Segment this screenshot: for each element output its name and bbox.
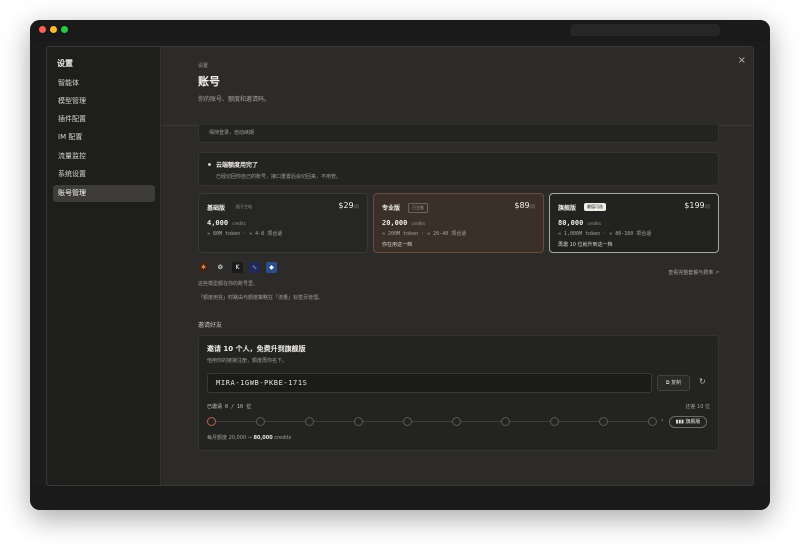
sidebar-item-account[interactable]: 账号管理 bbox=[53, 185, 155, 202]
sidebar-item-agents[interactable]: 智能体 bbox=[53, 75, 155, 92]
minimize-window-button[interactable] bbox=[50, 26, 57, 33]
plan-price: $29/月 bbox=[338, 201, 359, 210]
plan-tag: 低于主站 bbox=[236, 204, 252, 209]
invite-title: 邀请 10 个人，免费升到旗舰版 bbox=[207, 345, 306, 353]
plan-credits: 4,000 credits bbox=[207, 219, 246, 227]
plan-tag: 最值可选 bbox=[584, 203, 606, 211]
arrow-right-icon: › bbox=[661, 417, 664, 424]
plan-name: 旗舰版 bbox=[558, 205, 577, 212]
progress-node bbox=[648, 417, 657, 426]
openai-icon: ❂ bbox=[215, 262, 226, 273]
progress-node bbox=[452, 417, 461, 426]
kimi-icon: K bbox=[232, 262, 243, 273]
plan-detail: ≈ 200M token · ≈ 20-40 项合适 bbox=[382, 231, 467, 237]
copy-label: 复制 bbox=[671, 380, 682, 386]
copy-icon: ⧉ bbox=[665, 380, 670, 386]
keep-login-card: 保持登录，自动续期 bbox=[198, 125, 719, 143]
view-all-pricing-link[interactable]: 查看完整套餐与费率 ↗ bbox=[668, 269, 719, 276]
titlebar bbox=[30, 20, 770, 42]
close-icon[interactable]: × bbox=[738, 55, 746, 66]
invite-section-label: 邀请好友 bbox=[198, 322, 223, 329]
plan-credits: 20,000 credits bbox=[382, 219, 426, 227]
traffic-note: 「额度用完」时路由与额度策略在「流量」标签页管理。 bbox=[198, 295, 324, 301]
settings-sidebar: 设置 智能体 模型管理 插件配置 IM 配置 流量监控 系统设置 账号管理 bbox=[47, 47, 161, 485]
refresh-icon[interactable]: ↻ bbox=[699, 377, 706, 386]
plan-note: 再邀 10 位就升到这一档 bbox=[558, 242, 613, 248]
invite-code: MIRA-1GWB-PKBE-171S bbox=[216, 379, 308, 387]
anthropic-icon: ✱ bbox=[198, 262, 209, 273]
progress-node bbox=[403, 417, 412, 426]
progress-node bbox=[305, 417, 314, 426]
breadcrumb: 设置 bbox=[198, 63, 209, 69]
chart-icon: ▮▮▮ bbox=[675, 419, 684, 425]
maximize-window-button[interactable] bbox=[61, 26, 68, 33]
invite-code-field[interactable]: MIRA-1GWB-PKBE-171S bbox=[207, 373, 652, 393]
gemini-icon: ◆ bbox=[266, 262, 277, 273]
progress-node bbox=[550, 417, 559, 426]
progress-node bbox=[354, 417, 363, 426]
sidebar-item-im[interactable]: IM 配置 bbox=[53, 129, 155, 146]
sidebar-item-models[interactable]: 模型管理 bbox=[53, 93, 155, 110]
flagship-chip: ▮▮▮ 旗舰版 bbox=[669, 416, 707, 428]
monthly-quota: 每月额度 20,000 → 80,000 credits bbox=[207, 435, 292, 441]
plan-credits: 80,000 credits bbox=[558, 219, 602, 227]
settings-dialog: 设置 智能体 模型管理 插件配置 IM 配置 流量监控 系统设置 账号管理 × … bbox=[46, 46, 754, 486]
plan-price: $89/月 bbox=[514, 201, 535, 210]
invite-subtitle: 他用你的链接注册，额度再你名下。 bbox=[207, 358, 288, 364]
sidebar-item-traffic[interactable]: 流量监控 bbox=[53, 148, 155, 165]
sidebar-item-system[interactable]: 系统设置 bbox=[53, 166, 155, 183]
page-subtitle: 你的账号、额度和邀请码。 bbox=[198, 96, 271, 103]
background-footer bbox=[30, 486, 770, 510]
models-note: 这些模型都在你的账号里。 bbox=[198, 281, 259, 287]
alert-description: 已经切回你自己的账号，接口重置后会切回来，不用管。 bbox=[216, 174, 342, 180]
settings-content: × 设置 账号 你的账号、额度和邀请码。 保持登录，自动续期 云端额度用完了 已… bbox=[162, 47, 753, 485]
progress-node bbox=[599, 417, 608, 426]
progress-track bbox=[211, 421, 651, 422]
remaining-count: 还差 10 位 bbox=[685, 404, 710, 410]
progress-node bbox=[501, 417, 510, 426]
quota-alert: 云端额度用完了 已经切回你自己的账号，接口重置后会切回来，不用管。 bbox=[198, 152, 719, 186]
plan-name: 专业版 bbox=[382, 205, 401, 212]
alert-title: 云端额度用完了 bbox=[216, 162, 259, 169]
plan-tag: 已主推 bbox=[408, 203, 428, 213]
zhipu-icon: ∿ bbox=[249, 262, 260, 273]
plan-name: 基础版 bbox=[207, 205, 226, 212]
status-dot-icon bbox=[208, 163, 211, 166]
plan-detail: ≈ 1,000M token · ≈ 80-160 项合适 bbox=[558, 231, 652, 237]
close-window-button[interactable] bbox=[39, 26, 46, 33]
copy-button[interactable]: ⧉ 复制 bbox=[657, 375, 690, 391]
background-toolbar bbox=[570, 24, 720, 36]
plan-note: 你在用这一档 bbox=[382, 242, 413, 248]
plan-price: $199/月 bbox=[684, 201, 710, 210]
sidebar-item-plugins[interactable]: 插件配置 bbox=[53, 111, 155, 128]
page-title: 账号 bbox=[198, 75, 220, 88]
progress-node bbox=[207, 417, 216, 426]
plan-card-pro[interactable]: 专业版 已主推 $89/月 20,000 credits ≈ 200M toke… bbox=[373, 193, 544, 253]
sidebar-title: 设置 bbox=[57, 59, 73, 68]
keep-login-text: 保持登录，自动续期 bbox=[209, 130, 255, 136]
plan-card-basic[interactable]: 基础版 低于主站 $29/月 4,000 credits ≈ 80M token… bbox=[198, 193, 368, 253]
plan-detail: ≈ 80M token · ≈ 4-8 项合适 bbox=[207, 231, 283, 237]
app-window: 设置 智能体 模型管理 插件配置 IM 配置 流量监控 系统设置 账号管理 × … bbox=[30, 20, 770, 510]
progress-node bbox=[256, 417, 265, 426]
invite-card: 邀请 10 个人，免费升到旗舰版 他用你的链接注册，额度再你名下。 MIRA-1… bbox=[198, 335, 719, 451]
invited-count: 已邀请 0 / 10 位 bbox=[207, 404, 252, 410]
plan-card-flagship[interactable]: 旗舰版 最值可选 $199/月 80,000 credits ≈ 1,000M … bbox=[549, 193, 719, 253]
